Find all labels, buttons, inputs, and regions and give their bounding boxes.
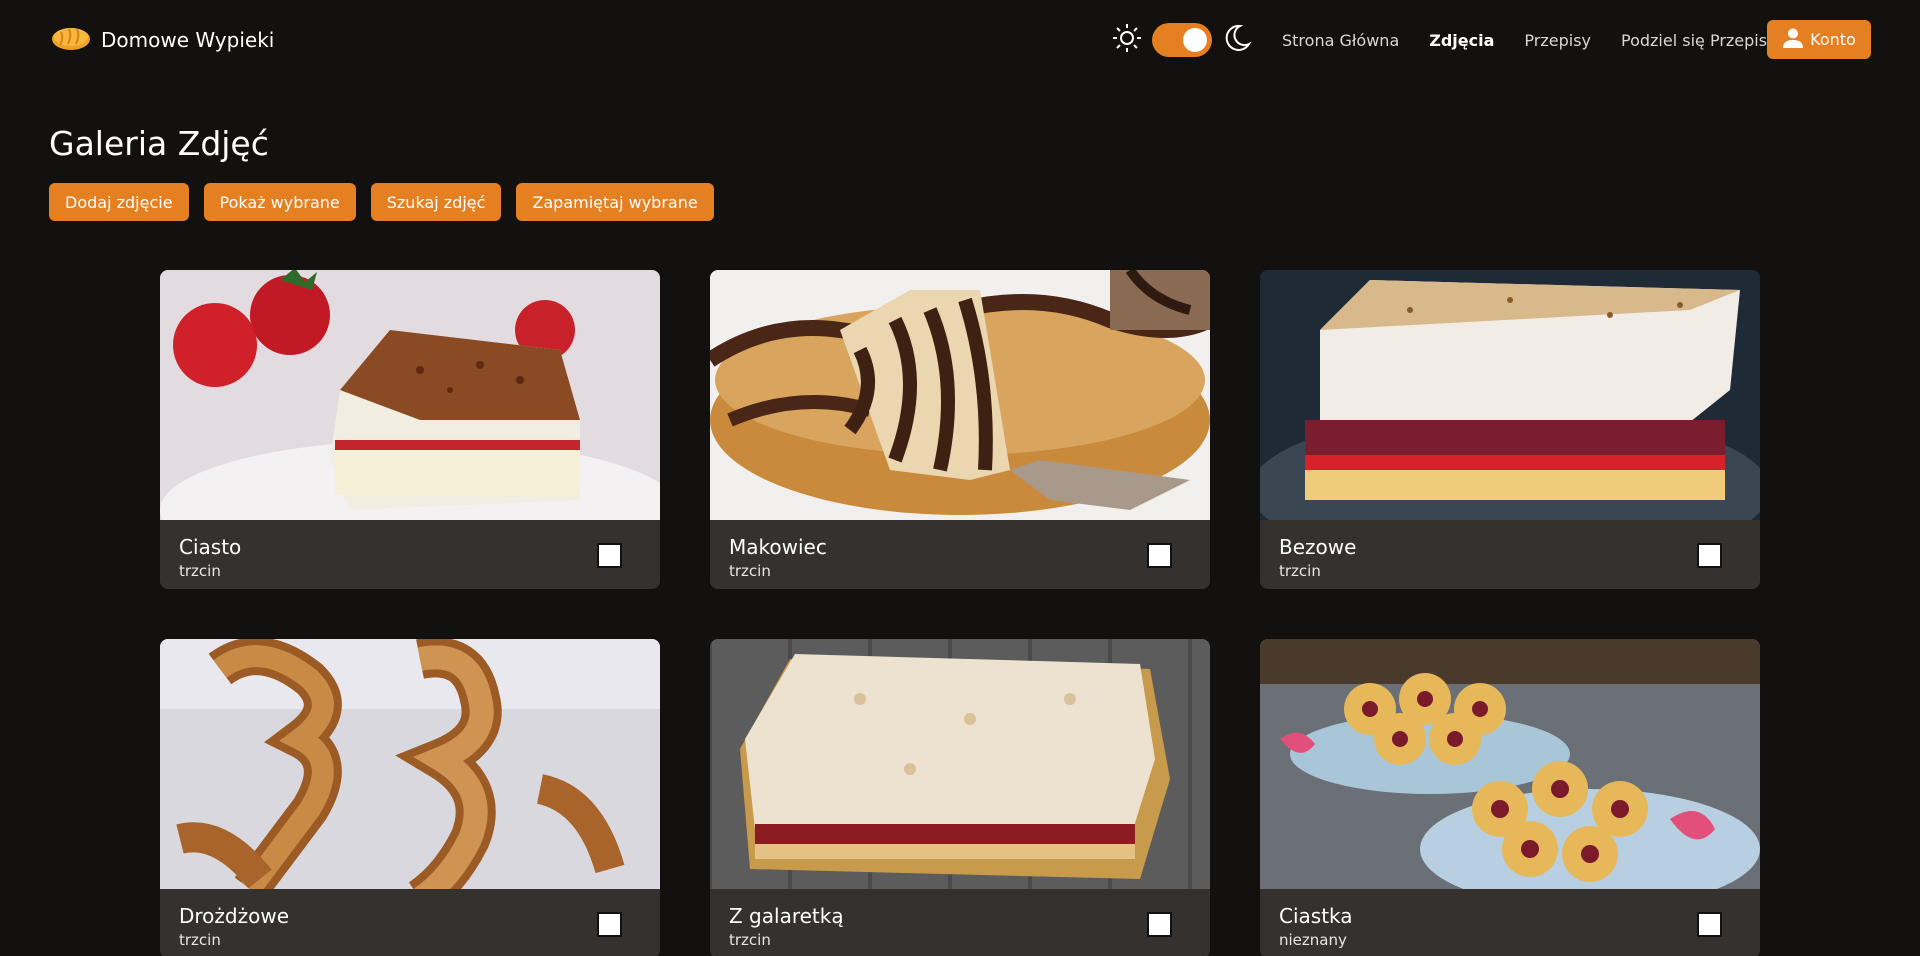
save-selected-button[interactable]: Zapamiętaj wybrane: [516, 183, 714, 221]
user-icon: [1782, 27, 1804, 53]
search-photos-button[interactable]: Szukaj zdjęć: [370, 183, 502, 221]
card-footer: Ciasto trzcin: [160, 520, 660, 589]
card-author: nieznany: [1279, 931, 1347, 949]
cake-photo[interactable]: [1260, 639, 1760, 889]
card-author: trzcin: [1279, 562, 1321, 580]
nav-recipes[interactable]: Przepisy: [1524, 31, 1591, 50]
select-checkbox[interactable]: [1147, 912, 1172, 937]
select-checkbox[interactable]: [597, 912, 622, 937]
account-label: Konto: [1810, 30, 1856, 49]
photo-card[interactable]: Ciasto trzcin: [160, 270, 660, 589]
card-footer: Drożdżowe trzcin: [160, 889, 660, 956]
select-checkbox[interactable]: [1697, 912, 1722, 937]
bread-logo-icon: [49, 23, 91, 57]
card-title: Ciastka: [1279, 904, 1353, 928]
card-title: Z galaretką: [729, 904, 844, 928]
brand-name: Domowe Wypieki: [101, 28, 275, 52]
cake-photo[interactable]: [1260, 270, 1760, 520]
card-title: Makowiec: [729, 535, 827, 559]
nav-photos[interactable]: Zdjęcia: [1429, 31, 1494, 50]
card-title: Ciasto: [179, 535, 242, 559]
top-navbar: Domowe Wypieki Strona Główna Zdjęcia Prz…: [0, 0, 1920, 80]
cake-photo[interactable]: [160, 270, 660, 520]
card-author: trzcin: [729, 562, 771, 580]
photo-card[interactable]: Z galaretką trzcin: [710, 639, 1210, 956]
cake-photo[interactable]: [710, 639, 1210, 889]
photo-card[interactable]: Drożdżowe trzcin: [160, 639, 660, 956]
card-author: trzcin: [179, 931, 221, 949]
select-checkbox[interactable]: [1697, 543, 1722, 568]
card-footer: Ciastka nieznany: [1260, 889, 1760, 956]
card-footer: Makowiec trzcin: [710, 520, 1210, 589]
add-photo-button[interactable]: Dodaj zdjęcie: [49, 183, 189, 221]
cake-photo[interactable]: [160, 639, 660, 889]
show-selected-button[interactable]: Pokaż wybrane: [203, 183, 356, 221]
main-nav: Strona Główna Zdjęcia Przepisy Podziel s…: [1282, 22, 1823, 58]
card-title: Drożdżowe: [179, 904, 290, 928]
photo-card[interactable]: Ciastka nieznany: [1260, 639, 1760, 956]
page-title: Galeria Zdjęć: [49, 124, 269, 163]
toggle-knob: [1183, 28, 1207, 52]
photo-card[interactable]: Makowiec trzcin: [710, 270, 1210, 589]
photo-gallery: Ciasto trzcin Makowiec trzcin Bezowe trz…: [160, 270, 1760, 956]
cake-photo[interactable]: [710, 270, 1210, 520]
theme-switch: [1112, 22, 1252, 58]
select-checkbox[interactable]: [597, 543, 622, 568]
card-title: Bezowe: [1279, 535, 1357, 559]
account-button[interactable]: Konto: [1767, 20, 1871, 59]
sun-icon: [1112, 23, 1142, 57]
brand-link[interactable]: Domowe Wypieki: [49, 22, 274, 58]
card-author: trzcin: [729, 931, 771, 949]
card-footer: Bezowe trzcin: [1260, 520, 1760, 589]
gallery-actions: Dodaj zdjęcie Pokaż wybrane Szukaj zdjęć…: [49, 183, 714, 221]
card-footer: Z galaretką trzcin: [710, 889, 1210, 956]
select-checkbox[interactable]: [1147, 543, 1172, 568]
photo-card[interactable]: Bezowe trzcin: [1260, 270, 1760, 589]
nav-home[interactable]: Strona Główna: [1282, 31, 1399, 50]
theme-toggle[interactable]: [1152, 23, 1212, 57]
moon-icon: [1222, 23, 1252, 57]
card-author: trzcin: [179, 562, 221, 580]
